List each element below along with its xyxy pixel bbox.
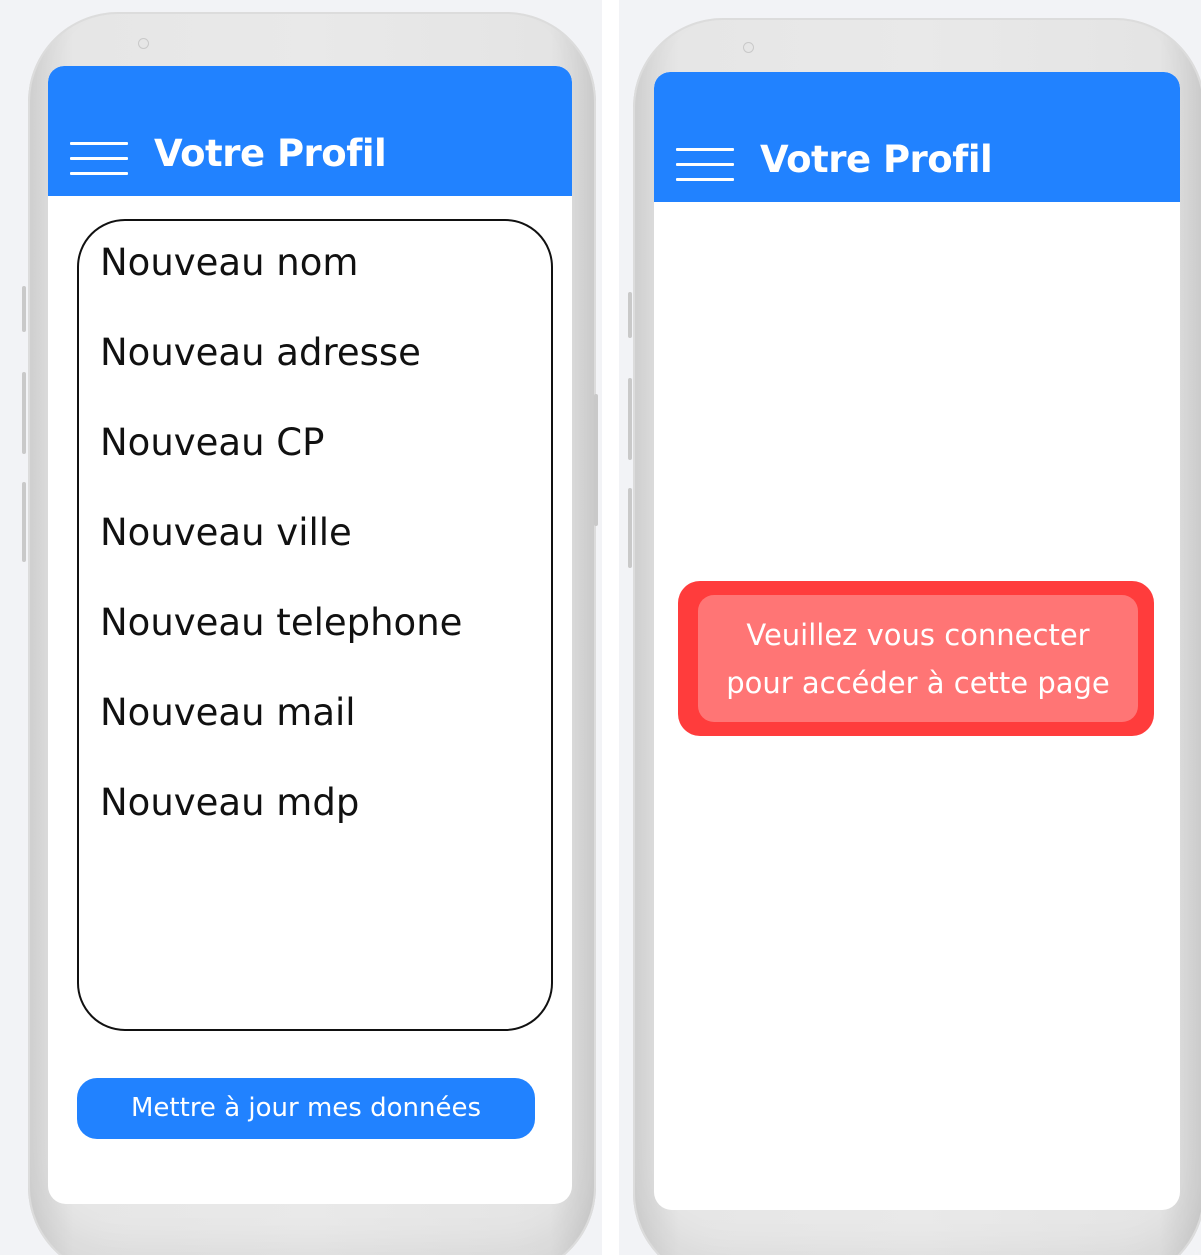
side-button: [22, 482, 26, 562]
hamburger-menu-icon[interactable]: [70, 142, 128, 176]
new-phone-field[interactable]: Nouveau telephone: [100, 601, 462, 644]
side-button: [594, 394, 598, 526]
side-button: [628, 292, 632, 338]
hamburger-menu-icon[interactable]: [676, 148, 734, 182]
phone-screen: Votre Profil Nouveau nom Nouveau adresse…: [48, 66, 572, 1204]
new-name-field[interactable]: Nouveau nom: [100, 241, 358, 284]
phone-screen: Votre Profil Veuillez vous connecter pou…: [654, 72, 1180, 1210]
panel-divider: [602, 0, 619, 1255]
side-button: [22, 286, 26, 332]
app-header: Votre Profil: [654, 72, 1180, 202]
phone-mockup-login-required: Votre Profil Veuillez vous connecter pou…: [619, 0, 1201, 1255]
side-button: [628, 378, 632, 460]
alert-message: Veuillez vous connecter pour accéder à c…: [698, 595, 1138, 722]
new-password-field[interactable]: Nouveau mdp: [100, 781, 359, 824]
profile-form: Nouveau nom Nouveau adresse Nouveau CP N…: [77, 219, 553, 1031]
alert-line-1: Veuillez vous connecter: [746, 617, 1090, 652]
page-title: Votre Profil: [760, 138, 993, 181]
app-header: Votre Profil: [48, 66, 572, 196]
alert-line-2: pour accéder à cette page: [726, 665, 1110, 700]
page-title: Votre Profil: [154, 132, 387, 175]
camera-icon: [743, 42, 754, 53]
new-address-field[interactable]: Nouveau adresse: [100, 331, 421, 374]
camera-icon: [138, 38, 149, 49]
new-postal-code-field[interactable]: Nouveau CP: [100, 421, 324, 464]
side-button: [628, 488, 632, 568]
update-data-button[interactable]: Mettre à jour mes données: [77, 1078, 535, 1139]
login-required-alert: Veuillez vous connecter pour accéder à c…: [678, 581, 1154, 736]
new-email-field[interactable]: Nouveau mail: [100, 691, 356, 734]
side-button: [22, 372, 26, 454]
phone-mockup-profile-form: Votre Profil Nouveau nom Nouveau adresse…: [0, 0, 602, 1255]
new-city-field[interactable]: Nouveau ville: [100, 511, 352, 554]
